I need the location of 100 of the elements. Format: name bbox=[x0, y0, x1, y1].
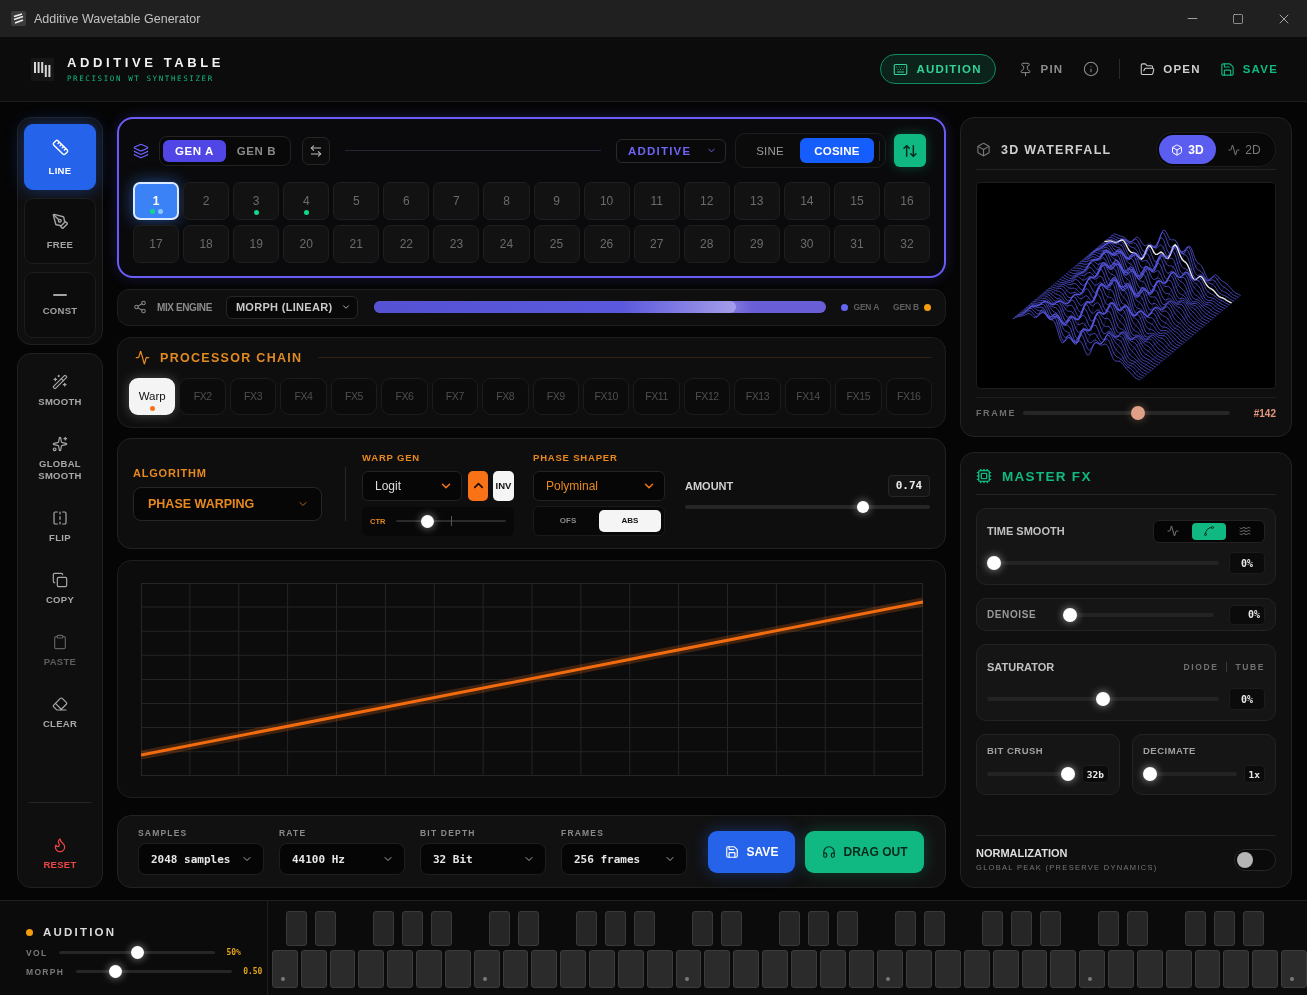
denoise-slider-track[interactable] bbox=[1063, 607, 1214, 622]
save-button[interactable]: SAVE bbox=[708, 830, 795, 873]
slider-thumb[interactable] bbox=[420, 514, 434, 528]
piano-natural-key[interactable] bbox=[387, 950, 414, 988]
draw-mode-button[interactable]: FREE bbox=[24, 198, 96, 264]
wave-slot-button[interactable]: 18 bbox=[183, 225, 230, 263]
piano-sharp-key[interactable] bbox=[1040, 911, 1061, 946]
audition-button[interactable]: AUDITION bbox=[879, 54, 996, 84]
piano-natural-key[interactable] bbox=[877, 950, 904, 988]
export-option-dropdown[interactable]: 2048 samples bbox=[138, 843, 264, 876]
piano-sharp-key[interactable] bbox=[982, 911, 1003, 946]
amount-slider-track[interactable] bbox=[685, 500, 930, 513]
piano-natural-key[interactable] bbox=[646, 950, 673, 988]
bit-crush-slider-track[interactable] bbox=[987, 767, 1075, 781]
piano-natural-key[interactable] bbox=[1252, 950, 1278, 988]
export-option-dropdown[interactable]: 44100 Hz bbox=[279, 843, 405, 876]
smoothing-mode-button[interactable] bbox=[1192, 522, 1226, 540]
view-tab[interactable]: 2D bbox=[1216, 135, 1273, 164]
fx-slot-button[interactable]: FX15 bbox=[835, 377, 882, 415]
tool-button[interactable]: CLEAR bbox=[24, 682, 96, 744]
piano-natural-key[interactable] bbox=[358, 950, 385, 988]
algorithm-dropdown[interactable]: PHASE WARPING bbox=[133, 486, 322, 521]
piano-natural-key[interactable] bbox=[963, 950, 990, 988]
piano-sharp-key[interactable] bbox=[402, 911, 423, 946]
saturator-type-option[interactable]: TUBE bbox=[1235, 662, 1265, 672]
basis-tab[interactable]: COSINE bbox=[800, 138, 874, 163]
fx-slot-button[interactable]: FX3 bbox=[229, 377, 277, 415]
piano-sharp-key[interactable] bbox=[779, 911, 800, 946]
piano-natural-key[interactable] bbox=[416, 950, 442, 988]
piano-natural-key[interactable] bbox=[1136, 950, 1163, 988]
swap-button[interactable] bbox=[302, 136, 330, 165]
wave-slot-button[interactable]: 13 bbox=[733, 182, 780, 220]
piano-sharp-key[interactable] bbox=[1243, 911, 1264, 946]
piano-sharp-key[interactable] bbox=[692, 911, 713, 946]
fx-slot-button[interactable]: FX8 bbox=[482, 377, 529, 415]
piano-natural-key[interactable] bbox=[1050, 950, 1077, 988]
info-icon[interactable] bbox=[1083, 61, 1100, 77]
piano-natural-key[interactable] bbox=[473, 950, 500, 988]
wave-slot-button[interactable]: 19 bbox=[233, 225, 280, 263]
piano-natural-key[interactable] bbox=[502, 950, 529, 988]
fx-slot-button[interactable]: FX10 bbox=[582, 377, 630, 415]
piano-natural-key[interactable] bbox=[762, 950, 788, 988]
basis-tab[interactable]: SINE bbox=[740, 138, 800, 163]
slider-thumb[interactable] bbox=[857, 500, 870, 513]
piano-sharp-key[interactable] bbox=[286, 911, 307, 946]
piano-natural-key[interactable] bbox=[1165, 950, 1192, 988]
generator-tab[interactable]: GEN B bbox=[226, 139, 287, 162]
wave-slot-button[interactable]: 5 bbox=[333, 182, 380, 220]
fx-slot-button[interactable]: FX14 bbox=[784, 377, 832, 415]
piano-sharp-key[interactable] bbox=[808, 911, 829, 946]
tool-button[interactable]: COPY bbox=[24, 558, 96, 620]
tool-button[interactable]: SMOOTH bbox=[24, 360, 96, 422]
saturator-slider-track[interactable] bbox=[987, 692, 1219, 706]
fx-slot-button[interactable]: Warp bbox=[129, 377, 176, 415]
wave-slot-button[interactable]: 17 bbox=[133, 225, 180, 263]
fx-slot-button[interactable]: FX11 bbox=[633, 377, 680, 415]
slider-thumb[interactable] bbox=[1060, 767, 1075, 781]
piano-natural-key[interactable] bbox=[560, 950, 587, 988]
decimate-slider-track[interactable] bbox=[1143, 767, 1237, 781]
slider-thumb[interactable] bbox=[130, 946, 144, 959]
wave-slot-button[interactable]: 27 bbox=[633, 225, 680, 263]
wave-slot-button[interactable]: 4 bbox=[283, 182, 330, 220]
piano-sharp-key[interactable] bbox=[431, 911, 452, 946]
piano-natural-key[interactable] bbox=[589, 950, 615, 988]
normalization-toggle[interactable] bbox=[1234, 848, 1276, 871]
piano-natural-key[interactable] bbox=[1021, 950, 1048, 988]
draw-mode-button[interactable]: CONST bbox=[24, 272, 96, 338]
mix-mode-dropdown[interactable]: MORPH (LINEAR) bbox=[225, 295, 358, 319]
piano-sharp-key[interactable] bbox=[518, 911, 539, 946]
generator-tab[interactable]: GEN A bbox=[163, 139, 226, 162]
wave-slot-button[interactable]: 31 bbox=[833, 225, 880, 263]
piano-natural-key[interactable] bbox=[329, 950, 356, 988]
shaper-mode-tab[interactable]: ABS bbox=[599, 509, 661, 532]
tool-button[interactable]: GLOBAL SMOOTH bbox=[24, 422, 96, 496]
piano-natural-key[interactable] bbox=[704, 950, 731, 988]
piano-natural-key[interactable] bbox=[531, 950, 558, 988]
up-down-button[interactable] bbox=[894, 134, 926, 167]
wave-slot-button[interactable]: 6 bbox=[383, 182, 430, 220]
piano-sharp-key[interactable] bbox=[721, 911, 742, 946]
piano-sharp-key[interactable] bbox=[1098, 911, 1119, 946]
slider-thumb[interactable] bbox=[1096, 692, 1110, 706]
piano-natural-key[interactable] bbox=[848, 950, 875, 988]
piano-natural-key[interactable] bbox=[675, 950, 702, 988]
wave-slot-button[interactable]: 23 bbox=[433, 225, 480, 263]
piano-sharp-key[interactable] bbox=[837, 911, 858, 946]
piano-natural-key[interactable] bbox=[1108, 950, 1134, 988]
piano-natural-key[interactable] bbox=[906, 950, 933, 988]
piano-sharp-key[interactable] bbox=[1214, 911, 1235, 946]
slider-thumb[interactable] bbox=[109, 965, 122, 978]
draw-mode-button[interactable]: LINE bbox=[24, 124, 96, 190]
shaper-mode-tab[interactable]: OFS bbox=[537, 509, 599, 532]
fx-slot-button[interactable]: FX9 bbox=[532, 377, 579, 415]
piano-natural-key[interactable] bbox=[790, 950, 817, 988]
wave-slot-button[interactable]: 10 bbox=[583, 182, 630, 220]
piano-sharp-key[interactable] bbox=[895, 911, 916, 946]
saturator-type-option[interactable]: DIODE bbox=[1183, 662, 1219, 672]
piano-sharp-key[interactable] bbox=[1127, 911, 1148, 946]
piano-sharp-key[interactable] bbox=[1011, 911, 1032, 946]
synthesis-mode-dropdown[interactable]: ADDITIVE bbox=[616, 138, 726, 163]
center-slider-track[interactable] bbox=[396, 514, 506, 528]
